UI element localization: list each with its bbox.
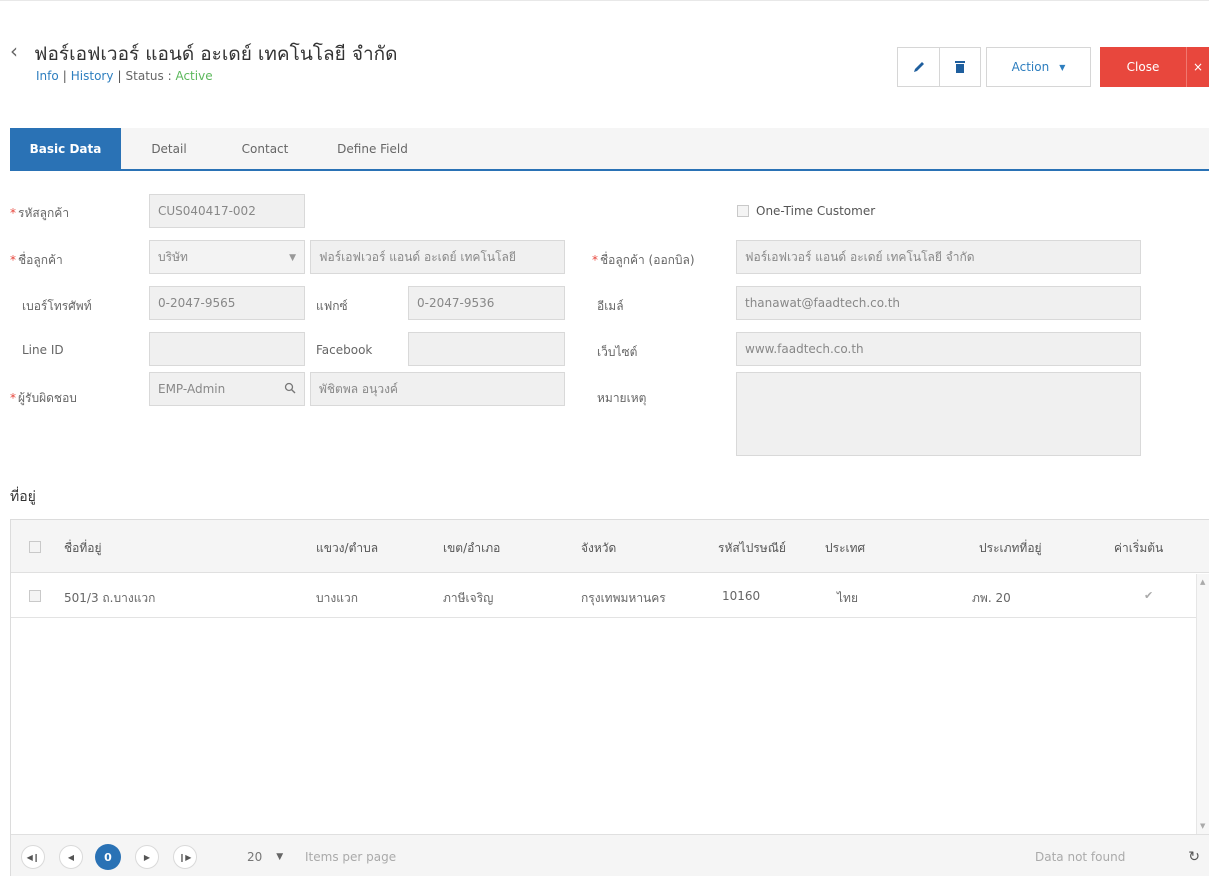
column-header-district[interactable]: เขต/อำเภอ: [443, 539, 500, 558]
phone-field[interactable]: 0-2047-9565: [149, 286, 305, 320]
cell-country: ไทย: [837, 591, 858, 605]
trash-icon: [955, 61, 965, 73]
grid-header: ชื่อที่อยู่ แขวง/ตำบล เขต/อำเภอ จังหวัด …: [11, 520, 1209, 573]
website-field[interactable]: www.faadtech.co.th: [736, 332, 1141, 366]
note-textarea[interactable]: [736, 372, 1141, 456]
page-title: ฟอร์เอฟเวอร์ แอนด์ อะเดย์ เทคโนโลยี จำกั…: [34, 43, 398, 65]
address-section-title: ที่อยู่: [10, 489, 36, 505]
fax-label: แฟกซ์: [316, 299, 348, 313]
phone-label: เบอร์โทรศัพท์: [22, 299, 92, 313]
fax-field[interactable]: 0-2047-9536: [408, 286, 565, 320]
current-page-button[interactable]: 0: [95, 844, 121, 870]
line-id-label: Line ID: [22, 343, 64, 357]
website-label: เว็บไซต์: [597, 345, 638, 359]
separator: |: [117, 69, 122, 83]
column-header-postcode[interactable]: รหัสไปรษณีย์: [718, 539, 786, 558]
select-all-checkbox[interactable]: [29, 541, 41, 553]
tab-contact[interactable]: Contact: [225, 128, 305, 169]
scroll-up-icon[interactable]: ▲: [1200, 578, 1205, 586]
customer-name-label: * ชื่อลูกค้า: [10, 253, 63, 267]
chevron-left-icon[interactable]: ‹: [10, 41, 18, 61]
customer-code-label: * รหัสลูกค้า: [10, 206, 70, 220]
customer-prefix-value: บริษัท: [158, 249, 188, 264]
tab-define-field[interactable]: Define Field: [320, 128, 425, 169]
delete-button[interactable]: [939, 47, 981, 87]
email-field[interactable]: thanawat@faadtech.co.th: [736, 286, 1141, 320]
page-size-select[interactable]: 20 ▼: [243, 845, 301, 869]
last-page-icon[interactable]: ❙▶: [173, 845, 197, 869]
cell-address-name: 501/3 ถ.บางแวก: [64, 591, 156, 605]
address-grid: ชื่อที่อยู่ แขวง/ตำบล เขต/อำเภอ จังหวัด …: [10, 519, 1209, 876]
column-header-address-type[interactable]: ประเภทที่อยู่: [979, 539, 1042, 558]
separator: |: [62, 69, 67, 83]
owner-code-value: EMP-Admin: [158, 382, 226, 396]
action-label: Action: [1011, 60, 1050, 74]
note-label: หมายเหตุ: [597, 391, 647, 405]
first-page-icon[interactable]: ◀❙: [21, 845, 45, 869]
cell-postcode: 10160: [722, 589, 761, 603]
one-time-customer-label: One-Time Customer: [756, 204, 876, 218]
column-header-address-name[interactable]: ชื่อที่อยู่: [64, 539, 102, 558]
owner-label: * ผู้รับผิดชอบ: [10, 391, 77, 405]
caret-down-icon: ▼: [289, 253, 296, 263]
previous-page-icon[interactable]: ◀: [59, 845, 83, 869]
customer-prefix-select[interactable]: บริษัท ▼: [149, 240, 305, 274]
billing-name-field[interactable]: ฟอร์เอฟเวอร์ แอนด์ อะเดย์ เทคโนโลยี จำกั…: [736, 240, 1141, 274]
scroll-down-icon[interactable]: ▼: [1200, 822, 1205, 830]
cell-subdistrict: บางแวก: [316, 591, 358, 605]
status-value: Active: [175, 69, 213, 83]
grid-scrollbar[interactable]: ▲ ▼: [1196, 574, 1209, 834]
email-label: อีเมล์: [597, 299, 624, 313]
status-label: Status :: [125, 69, 172, 83]
facebook-label: Facebook: [316, 343, 373, 357]
close-button[interactable]: Close ×: [1100, 47, 1209, 87]
one-time-customer-checkbox[interactable]: [737, 205, 749, 217]
next-page-icon[interactable]: ▶: [135, 845, 159, 869]
edit-button[interactable]: [897, 47, 939, 87]
cell-address-type: ภพ. 20: [972, 591, 1011, 605]
pencil-icon: [913, 62, 924, 72]
tab-bar: Basic Data Detail Contact Define Field: [10, 128, 1209, 171]
customer-code-field[interactable]: CUS040417-002: [149, 194, 305, 228]
action-dropdown-button[interactable]: Action ▼: [986, 47, 1091, 87]
customer-detail-page: ‹ ฟอร์เอฟเวอร์ แอนด์ อะเดย์ เทคโนโลยี จำ…: [0, 0, 1209, 876]
info-link[interactable]: Info: [36, 69, 59, 83]
page-size-value: 20: [247, 850, 263, 864]
column-header-province[interactable]: จังหวัด: [581, 539, 616, 558]
column-header-country[interactable]: ประเทศ: [825, 539, 865, 558]
column-header-subdistrict[interactable]: แขวง/ตำบล: [316, 539, 378, 558]
close-label: Close: [1126, 60, 1160, 74]
pager-status: Data not found: [1035, 850, 1126, 864]
tab-basic-data[interactable]: Basic Data: [10, 128, 121, 169]
owner-code-field[interactable]: EMP-Admin: [149, 372, 305, 406]
items-per-page-label: Items per page: [305, 850, 397, 864]
grid-pager: ◀❙ ◀ 0 ▶ ❙▶ 20 ▼ Items per page Data not…: [11, 834, 1209, 876]
billing-name-label: * ชื่อลูกค้า (ออกบิล): [592, 253, 695, 267]
customer-name-field[interactable]: ฟอร์เอฟเวอร์ แอนด์ อะเดย์ เทคโนโลยี: [310, 240, 565, 274]
search-icon[interactable]: [284, 382, 296, 394]
table-row[interactable]: 501/3 ถ.บางแวก บางแวก ภาษีเจริญ กรุงเทพม…: [11, 574, 1197, 618]
close-icon[interactable]: ×: [1186, 47, 1209, 87]
refresh-icon[interactable]: ↻: [1188, 849, 1200, 865]
caret-down-icon: ▼: [276, 852, 284, 862]
tab-detail[interactable]: Detail: [134, 128, 204, 169]
row-checkbox[interactable]: [29, 590, 41, 602]
facebook-field[interactable]: [408, 332, 565, 366]
line-id-field[interactable]: [149, 332, 305, 366]
default-checkmark-icon: ✔: [1144, 589, 1154, 602]
column-header-default[interactable]: ค่าเริ่มต้น: [1114, 539, 1163, 558]
sub-navigation: Info | History | Status : Active: [36, 69, 213, 83]
owner-name-field[interactable]: พัชิตพล อนุวงค์: [310, 372, 565, 406]
cell-district: ภาษีเจริญ: [443, 591, 494, 605]
history-link[interactable]: History: [71, 69, 114, 83]
caret-down-icon: ▼: [1059, 62, 1066, 72]
cell-province: กรุงเทพมหานคร: [581, 591, 666, 605]
